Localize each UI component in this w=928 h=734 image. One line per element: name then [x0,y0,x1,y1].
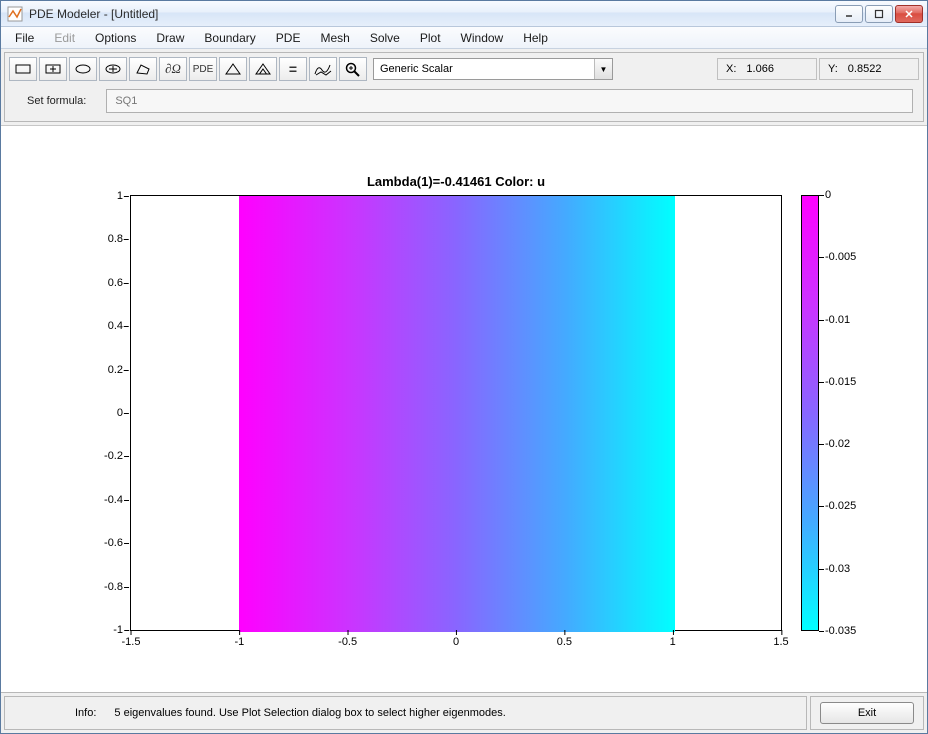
xtick: 1.5 [773,636,788,648]
menu-mesh[interactable]: Mesh [310,27,359,48]
menu-draw[interactable]: Draw [146,27,194,48]
exit-button[interactable]: Exit [820,702,914,724]
coord-x: X: 1.066 [717,58,817,80]
coord-x-label: X: [726,63,736,75]
rect-center-icon[interactable] [39,57,67,81]
colorbar-tick: -0.015 [825,376,856,388]
menu-solve[interactable]: Solve [360,27,410,48]
menu-pde[interactable]: PDE [266,27,311,48]
xtick: 0.5 [557,636,572,648]
coord-y: Y: 0.8522 [819,58,919,80]
ytick: -0.2 [104,450,123,462]
colorbar-tick: -0.03 [825,563,850,575]
minimize-button[interactable] [835,5,863,23]
pde-icon[interactable]: PDE [189,57,217,81]
ytick: 0.8 [108,233,123,245]
ytick: 0.6 [108,277,123,289]
solve-icon[interactable]: = [279,57,307,81]
ytick: -0.8 [104,581,123,593]
xtick: -1.5 [122,636,141,648]
plot-region: Lambda(1)=-0.41461 Color: u -1.5 -1 -0.5… [1,126,927,692]
formula-label: Set formula: [15,95,86,107]
polygon-icon[interactable] [129,57,157,81]
exit-panel: Exit [810,696,924,730]
ytick: -0.4 [104,494,123,506]
maximize-button[interactable] [865,5,893,23]
toolbar: ∂Ω PDE = Generic Scalar ▼ X: 1.066 [7,55,921,83]
colorbar [801,195,819,631]
app-icon [7,6,23,22]
formula-row: Set formula: SQ1 [7,83,921,119]
menu-file[interactable]: File [5,27,44,48]
status-bar: Info: 5 eigenvalues found. Use Plot Sele… [1,692,927,733]
window-controls [835,5,923,23]
xtick: 1 [670,636,676,648]
menubar: File Edit Options Draw Boundary PDE Mesh… [1,27,927,49]
ellipse-center-icon[interactable] [99,57,127,81]
ytick: -0.6 [104,537,123,549]
menu-window[interactable]: Window [451,27,514,48]
colorbar-tick: -0.02 [825,438,850,450]
coord-x-value: 1.066 [746,63,774,75]
plot-axes[interactable]: -1.5 -1 -0.5 0 0.5 1 1.5 -1 -0.8 -0.6 -0… [130,195,782,631]
window-title: PDE Modeler - [Untitled] [29,7,835,21]
zoom-icon[interactable] [339,57,367,81]
solution-surface [239,196,675,632]
ytick: 1 [117,190,123,202]
menu-help[interactable]: Help [513,27,558,48]
menu-edit[interactable]: Edit [44,27,85,48]
colorbar-tick: -0.005 [825,251,856,263]
ytick: 0 [117,407,123,419]
close-button[interactable] [895,5,923,23]
colorbar-tick: -0.01 [825,314,850,326]
coord-readout: X: 1.066 Y: 0.8522 [717,57,919,81]
xtick: -0.5 [338,636,357,648]
menu-boundary[interactable]: Boundary [194,27,265,48]
ellipse-icon[interactable] [69,57,97,81]
xtick: -1 [234,636,244,648]
titlebar: PDE Modeler - [Untitled] [1,1,927,27]
xtick: 0 [453,636,459,648]
application-select[interactable]: Generic Scalar ▼ [373,58,613,80]
info-panel: Info: 5 eigenvalues found. Use Plot Sele… [4,696,807,730]
info-text: 5 eigenvalues found. Use Plot Selection … [114,707,505,719]
menu-options[interactable]: Options [85,27,146,48]
plot3d-icon[interactable] [309,57,337,81]
refine-mesh-icon[interactable] [249,57,277,81]
mesh-icon[interactable] [219,57,247,81]
ytick: 0.2 [108,364,123,376]
ytick: 0.4 [108,320,123,332]
colorbar-tick: 0 [825,189,831,201]
formula-input[interactable]: SQ1 [106,89,913,113]
colorbar-tick: -0.025 [825,500,856,512]
rect-icon[interactable] [9,57,37,81]
app-window: PDE Modeler - [Untitled] File Edit Optio… [0,0,928,734]
plot-title: Lambda(1)=-0.41461 Color: u [130,174,782,189]
chevron-down-icon: ▼ [594,59,612,79]
colorbar-tick: -0.035 [825,625,856,637]
coord-y-value: 0.8522 [848,63,882,75]
coord-y-label: Y: [828,63,838,75]
boundary-icon[interactable]: ∂Ω [159,57,187,81]
info-label: Info: [75,707,96,719]
ytick: -1 [113,624,123,636]
toolbar-container: ∂Ω PDE = Generic Scalar ▼ X: 1.066 [1,49,927,126]
menu-plot[interactable]: Plot [410,27,451,48]
application-select-value: Generic Scalar [374,63,594,75]
